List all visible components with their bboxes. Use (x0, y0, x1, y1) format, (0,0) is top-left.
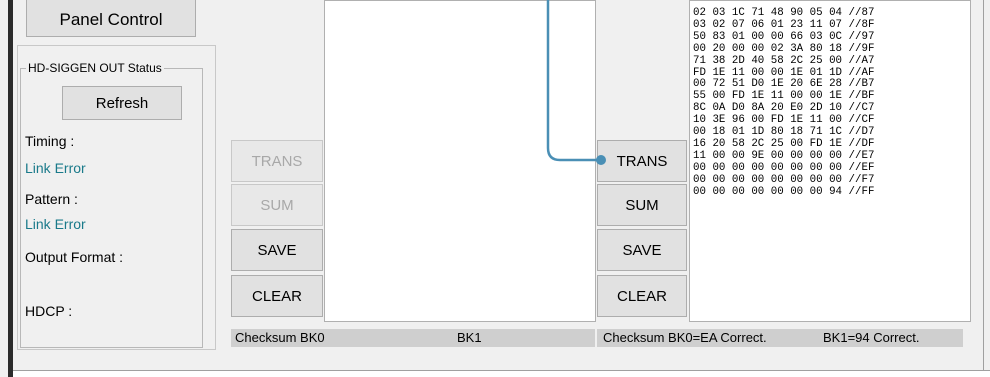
app-window: Panel Control HD-SIGGEN OUT Status Refre… (0, 0, 990, 377)
callout-dot (596, 155, 606, 165)
callout-connector (546, 0, 606, 165)
callout-line (546, 0, 600, 162)
